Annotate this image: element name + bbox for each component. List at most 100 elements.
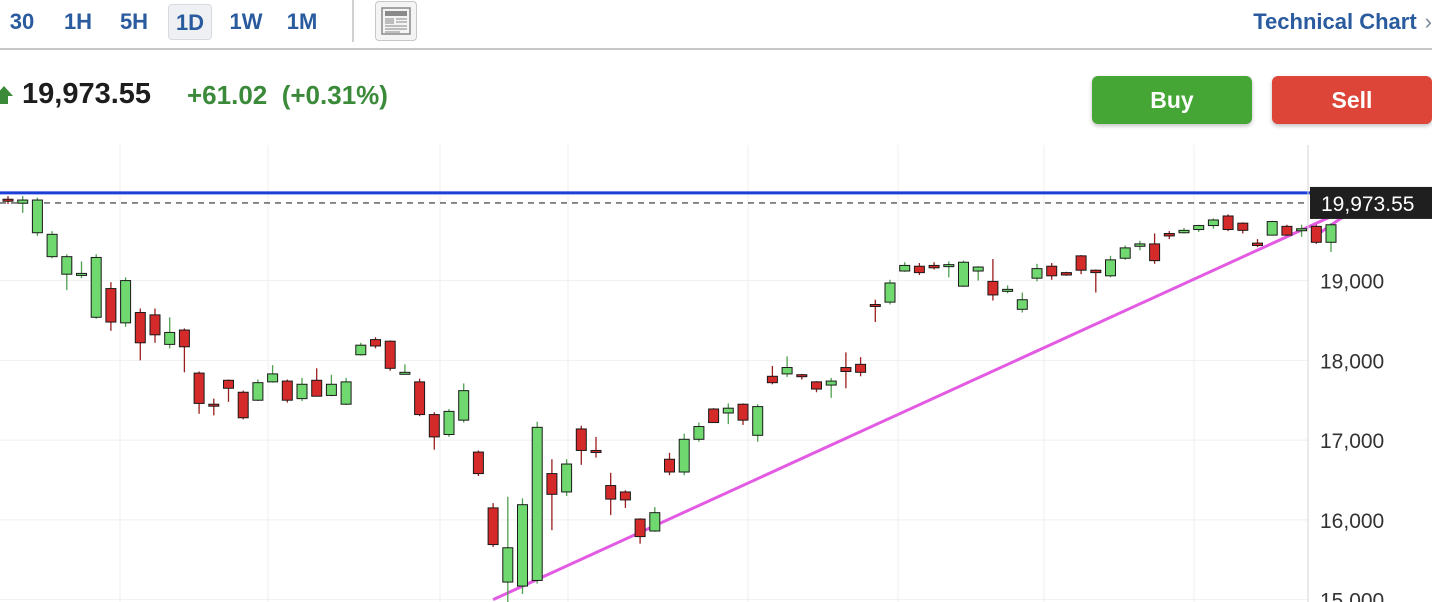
candle-down xyxy=(487,507,499,546)
candle-down xyxy=(546,473,558,495)
candle-up xyxy=(693,426,705,440)
candle-down xyxy=(311,379,323,397)
candle-up xyxy=(884,282,896,303)
candle-down xyxy=(708,408,720,424)
candle-down xyxy=(149,314,161,336)
candle-down xyxy=(1163,233,1175,237)
candle-up xyxy=(561,463,573,493)
candle-up xyxy=(972,266,984,272)
candle-up xyxy=(1296,228,1308,232)
candle-up xyxy=(502,547,514,583)
y-tick-label: 18,000 xyxy=(1320,350,1384,373)
candle-up xyxy=(17,199,29,204)
y-tick-label: 19,000 xyxy=(1320,271,1384,294)
candle-down xyxy=(178,329,190,348)
candle-up xyxy=(46,233,58,258)
candle-down xyxy=(796,374,808,378)
candle-up xyxy=(1031,268,1043,279)
candle-up xyxy=(1119,247,1131,259)
candle-up xyxy=(649,512,661,532)
candle-up xyxy=(1002,288,1014,292)
candle-down xyxy=(737,403,749,421)
candle-down xyxy=(664,458,675,473)
candle-down xyxy=(1149,243,1161,262)
last-price-tag-label: 19,973.55 xyxy=(1321,193,1414,216)
candle-up xyxy=(825,380,837,386)
candle-down xyxy=(590,449,602,453)
candle-down xyxy=(913,265,925,274)
candle-up xyxy=(722,407,734,414)
candle-down xyxy=(840,367,852,373)
candle-down xyxy=(869,304,881,308)
candle-up xyxy=(76,272,87,276)
candle-down xyxy=(370,339,381,347)
candle-up xyxy=(458,390,470,421)
candle-up xyxy=(399,371,411,375)
candle-up xyxy=(1266,221,1278,236)
candle-down xyxy=(472,451,484,475)
candle-up xyxy=(943,264,955,268)
candle-up xyxy=(164,331,176,345)
candle-down xyxy=(1060,272,1072,276)
y-tick-label: 16,000 xyxy=(1320,510,1384,533)
candle-up xyxy=(355,344,367,356)
candle-down xyxy=(619,491,631,501)
trend-line[interactable] xyxy=(492,198,1369,601)
candle-up xyxy=(1016,299,1028,310)
candle-down xyxy=(634,518,646,538)
candle-down xyxy=(105,288,117,323)
candle-down xyxy=(987,280,999,296)
candle-down xyxy=(223,379,234,389)
candle-down xyxy=(208,403,220,407)
candle-down xyxy=(766,375,778,384)
candle-up xyxy=(958,261,969,287)
candle-up xyxy=(531,426,543,581)
price-chart[interactable]: 19,000 18,000 17,000 16,000 15,000 19,973.55 xyxy=(0,0,1432,602)
candle-up xyxy=(31,199,43,234)
candle-down xyxy=(1222,215,1234,231)
candle-down xyxy=(855,363,867,373)
y-tick-label: 17,000 xyxy=(1320,430,1384,453)
candle-series xyxy=(2,196,1366,602)
candle-up xyxy=(678,438,690,473)
candle-up xyxy=(296,383,308,400)
candle-up xyxy=(252,382,264,401)
candle-up xyxy=(1325,224,1337,243)
candle-up xyxy=(443,410,455,436)
candle-up xyxy=(1193,225,1205,231)
candle-down xyxy=(811,381,822,390)
candle-up xyxy=(1207,219,1219,227)
candle-down xyxy=(1310,225,1322,243)
y-axis: 19,000 18,000 17,000 16,000 15,000 19,973.55 xyxy=(1307,145,1432,602)
y-tick-label: 15,000 xyxy=(1320,590,1384,602)
candle-down xyxy=(1237,222,1249,231)
candle-up xyxy=(1178,229,1190,234)
candle-up xyxy=(90,256,102,318)
candle-up xyxy=(781,367,793,375)
candle-down xyxy=(193,372,205,404)
candle-down xyxy=(281,380,293,401)
candle-up xyxy=(752,406,764,436)
candle-up xyxy=(61,256,73,275)
candle-down xyxy=(1252,242,1263,246)
candle-up xyxy=(340,381,352,405)
candle-down xyxy=(1281,225,1293,236)
candle-down xyxy=(2,198,14,202)
candle-down xyxy=(605,485,617,500)
candle-up xyxy=(120,280,132,324)
candle-down xyxy=(575,428,587,451)
candle-down xyxy=(1090,269,1102,274)
candle-up xyxy=(325,383,337,396)
candle-down xyxy=(928,264,940,269)
candle-down xyxy=(134,311,146,344)
chart-reference-lines xyxy=(0,191,1369,601)
candle-down xyxy=(1046,265,1058,277)
candle-up xyxy=(1105,259,1116,277)
candle-down xyxy=(237,391,249,419)
candle-down xyxy=(1075,255,1087,271)
candle-down xyxy=(384,340,396,369)
candle-up xyxy=(517,504,528,587)
candle-up xyxy=(267,373,279,383)
candle-up xyxy=(899,264,911,272)
candle-down xyxy=(414,381,426,416)
